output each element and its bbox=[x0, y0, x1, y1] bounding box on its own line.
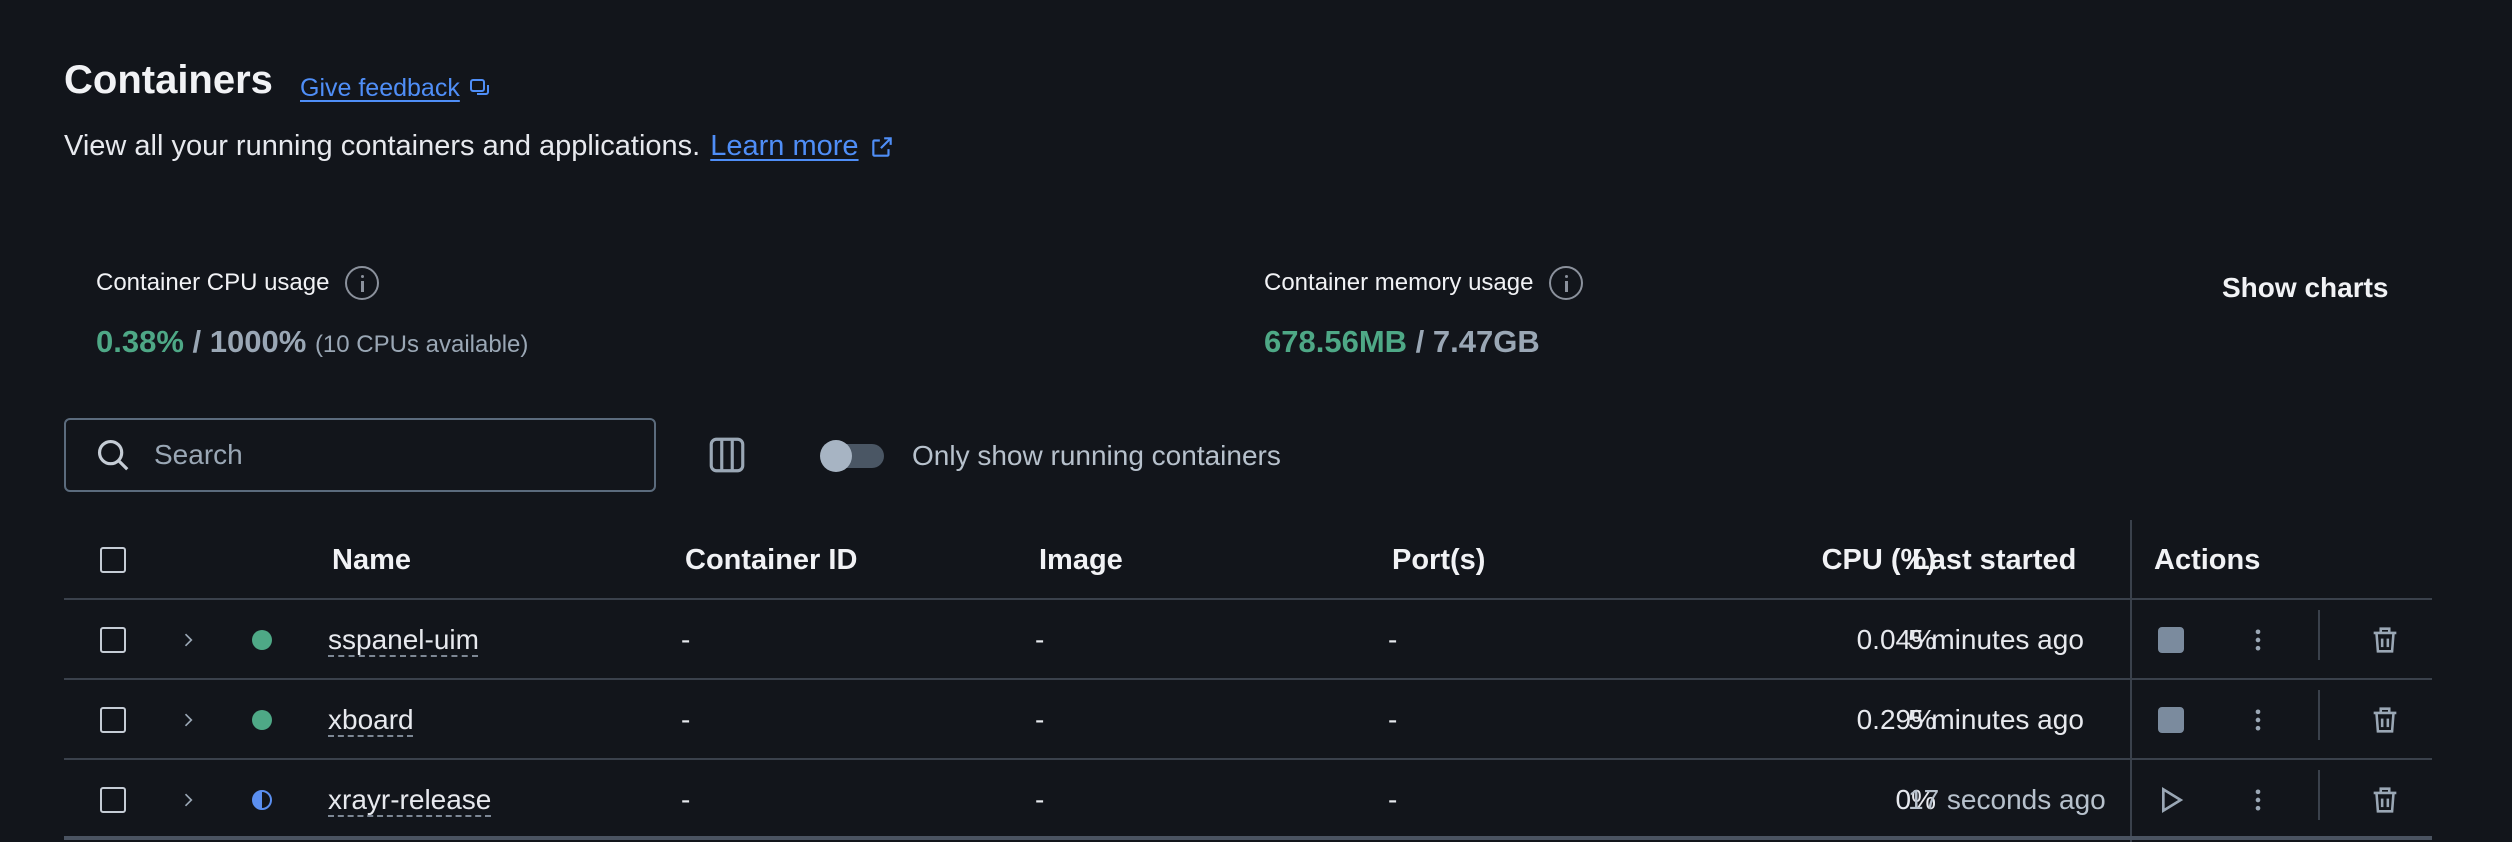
select-all-checkbox[interactable] bbox=[100, 547, 126, 573]
external-link-icon bbox=[871, 136, 892, 157]
actions-divider bbox=[2318, 770, 2320, 820]
cpu-usage-value: 0.38% / 1000% (10 CPUs available) bbox=[96, 324, 529, 359]
learn-more-link[interactable]: Learn more bbox=[710, 130, 858, 163]
table-row[interactable]: xrayr-release - - - 0% 17 seconds ago bbox=[64, 760, 2432, 840]
trash-icon[interactable] bbox=[2368, 623, 2402, 657]
info-icon[interactable] bbox=[1549, 266, 1584, 300]
container-id-cell: - bbox=[681, 704, 691, 735]
row-checkbox[interactable] bbox=[100, 627, 126, 653]
more-vertical-icon[interactable] bbox=[2244, 626, 2272, 654]
stop-icon[interactable] bbox=[2158, 627, 2184, 653]
ports-cell: - bbox=[1388, 784, 1398, 815]
stop-icon[interactable] bbox=[2158, 707, 2184, 733]
feedback-icon bbox=[469, 78, 489, 95]
container-name-link[interactable]: xboard bbox=[328, 704, 414, 736]
status-partial-icon bbox=[252, 790, 272, 810]
columns-icon[interactable] bbox=[706, 434, 748, 476]
show-charts-button[interactable]: Show charts bbox=[2222, 272, 2388, 304]
container-name-link[interactable]: sspanel-uim bbox=[328, 624, 479, 656]
running-only-toggle[interactable] bbox=[820, 440, 884, 472]
table-row[interactable]: sspanel-uim - - - 0.04% 5 minutes ago bbox=[64, 600, 2432, 680]
column-last-started[interactable]: Last started bbox=[1912, 520, 2076, 600]
image-cell: - bbox=[1035, 624, 1045, 655]
ports-cell: - bbox=[1388, 704, 1398, 735]
column-cpu[interactable]: CPU (%) bbox=[1684, 520, 1936, 600]
search-icon bbox=[97, 439, 129, 471]
chevron-right-icon[interactable] bbox=[178, 630, 198, 650]
give-feedback-link[interactable]: Give feedback bbox=[300, 74, 492, 103]
last-started-cell: 5 minutes ago bbox=[1908, 624, 2084, 655]
column-container-id[interactable]: Container ID bbox=[685, 520, 857, 600]
container-id-cell: - bbox=[681, 784, 691, 815]
status-running-icon bbox=[252, 630, 272, 650]
subtitle-text: View all your running containers and app… bbox=[64, 130, 701, 162]
table-header: Name Container ID Image Port(s) CPU (%) … bbox=[64, 520, 2432, 600]
container-id-cell: - bbox=[681, 624, 691, 655]
page-title: Containers bbox=[64, 58, 273, 102]
learn-more-label: Learn more bbox=[710, 130, 859, 162]
column-actions: Actions bbox=[2154, 543, 2261, 576]
more-vertical-icon[interactable] bbox=[2244, 706, 2272, 734]
memory-usage-label: Container memory usage bbox=[1264, 266, 1584, 300]
container-name-link[interactable]: xrayr-release bbox=[328, 784, 491, 816]
cpu-cell: 0.29% bbox=[1856, 704, 1936, 735]
trash-icon[interactable] bbox=[2368, 703, 2402, 737]
page-subtitle: View all your running containers and app… bbox=[64, 130, 895, 163]
toggle-knob bbox=[820, 440, 852, 472]
image-cell: - bbox=[1035, 784, 1045, 815]
column-ports[interactable]: Port(s) bbox=[1392, 520, 1485, 600]
give-feedback-label: Give feedback bbox=[300, 74, 460, 102]
containers-table: Name Container ID Image Port(s) CPU (%) … bbox=[64, 520, 2432, 842]
column-name[interactable]: Name bbox=[332, 520, 411, 600]
cpu-cell: 0% bbox=[1895, 784, 1936, 815]
cpu-usage-label: Container CPU usage bbox=[96, 266, 380, 300]
chevron-right-icon[interactable] bbox=[178, 790, 198, 810]
row-checkbox[interactable] bbox=[100, 787, 126, 813]
table-scroll-edge bbox=[64, 836, 2432, 840]
search-box[interactable] bbox=[64, 418, 656, 492]
image-cell: - bbox=[1035, 704, 1045, 735]
info-icon[interactable] bbox=[345, 266, 380, 300]
last-started-cell: 5 minutes ago bbox=[1908, 704, 2084, 735]
status-running-icon bbox=[252, 710, 272, 730]
ports-cell: - bbox=[1388, 624, 1398, 655]
actions-column-divider bbox=[2130, 520, 2132, 842]
chevron-right-icon[interactable] bbox=[178, 710, 198, 730]
more-vertical-icon[interactable] bbox=[2244, 786, 2272, 814]
actions-divider bbox=[2318, 610, 2320, 660]
search-input[interactable] bbox=[154, 439, 614, 471]
memory-usage-value: 678.56MB / 7.47GB bbox=[1264, 324, 1540, 359]
last-started-cell: 17 seconds ago bbox=[1908, 784, 2106, 815]
cpu-cell: 0.04% bbox=[1856, 624, 1936, 655]
column-image[interactable]: Image bbox=[1039, 520, 1123, 600]
trash-icon[interactable] bbox=[2368, 783, 2402, 817]
row-checkbox[interactable] bbox=[100, 707, 126, 733]
running-only-label: Only show running containers bbox=[912, 440, 1281, 471]
table-row[interactable]: xboard - - - 0.29% 5 minutes ago bbox=[64, 680, 2432, 760]
play-icon[interactable] bbox=[2154, 784, 2186, 816]
actions-divider bbox=[2318, 690, 2320, 740]
